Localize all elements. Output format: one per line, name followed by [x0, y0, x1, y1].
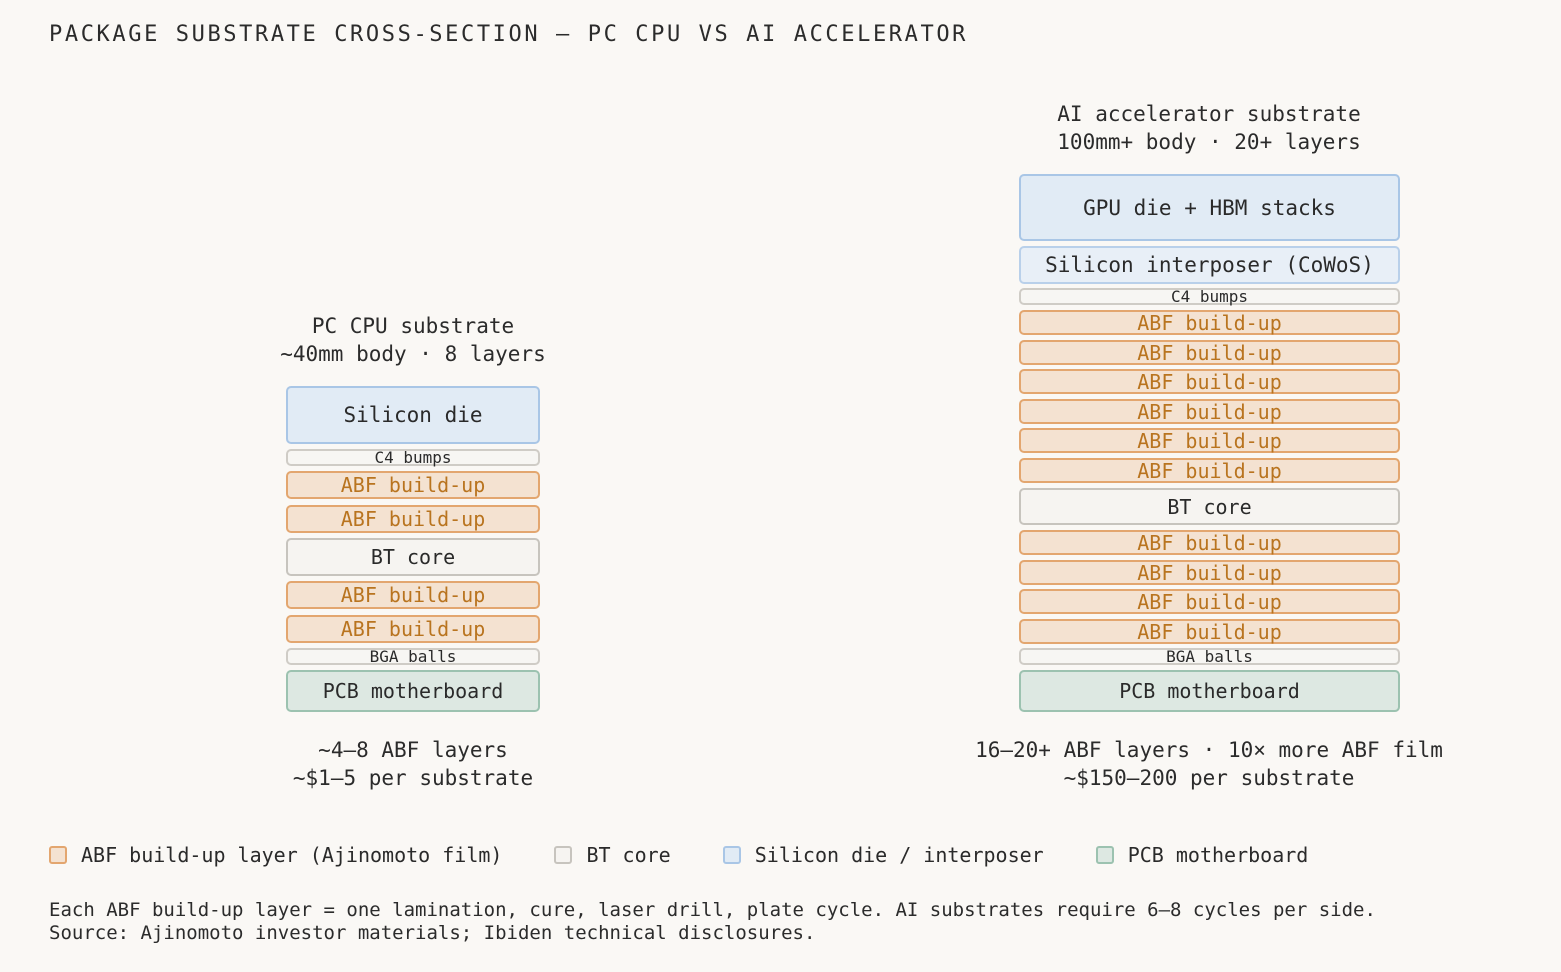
legend-label-pcb: PCB motherboard: [1127, 843, 1309, 867]
pc-title-line1: PC CPU substrate: [311, 314, 515, 338]
ai-layer-abf-6: ABF build-up: [1019, 458, 1400, 483]
pc-stack-title: PC CPU substrate ~40mm body · 8 layers: [263, 312, 563, 368]
ai-layer-interposer: Silicon interposer (CoWoS): [1019, 246, 1400, 284]
pc-layer-abf-4: ABF build-up: [286, 615, 540, 643]
pc-layer-abf-2: ABF build-up: [286, 505, 540, 533]
ai-layer-bga-balls: BGA balls: [1019, 647, 1400, 666]
page-title: PACKAGE SUBSTRATE CROSS-SECTION — PC CPU…: [49, 22, 969, 47]
pc-title-line2: ~40mm body · 8 layers: [280, 342, 546, 366]
ai-title-line2: 100mm+ body · 20+ layers: [1057, 130, 1361, 154]
ai-layer-abf-5: ABF build-up: [1019, 428, 1400, 453]
ai-layer-c4-bumps: C4 bumps: [1019, 287, 1400, 306]
pc-caption-line1: ~4–8 ABF layers: [318, 738, 508, 762]
legend-swatch-pcb: [1095, 846, 1114, 864]
ai-layer-abf-3: ABF build-up: [1019, 369, 1400, 394]
ai-layer-abf-1: ABF build-up: [1019, 310, 1400, 335]
legend-item-silicon: Silicon die / interposer: [722, 843, 1044, 867]
pc-caption: ~4–8 ABF layers ~$1–5 per substrate: [237, 736, 589, 792]
ai-stack-title: AI accelerator substrate 100mm+ body · 2…: [1009, 100, 1409, 156]
legend-label-bt-core: BT core: [586, 843, 671, 867]
pc-layer-c4-bumps: C4 bumps: [286, 448, 540, 467]
legend-label-silicon: Silicon die / interposer: [754, 843, 1044, 867]
ai-layer-abf-7: ABF build-up: [1019, 530, 1400, 555]
pc-layer-silicon-die: Silicon die: [286, 386, 540, 444]
pc-layer-abf-1: ABF build-up: [286, 471, 540, 499]
ai-title-line1: AI accelerator substrate: [1057, 102, 1361, 126]
legend-item-pcb: PCB motherboard: [1095, 843, 1309, 867]
pc-caption-line2: ~$1–5 per substrate: [292, 766, 534, 790]
ai-layer-bt-core: BT core: [1019, 488, 1400, 525]
pc-layer-bt-core: BT core: [286, 538, 540, 576]
ai-layer-pcb: PCB motherboard: [1019, 670, 1400, 712]
ai-layer-abf-8: ABF build-up: [1019, 560, 1400, 585]
pc-layer-bga-balls: BGA balls: [286, 647, 540, 666]
ai-layer-abf-9: ABF build-up: [1019, 589, 1400, 614]
ai-caption: 16–20+ ABF layers · 10× more ABF film ~$…: [909, 736, 1509, 792]
ai-caption-line1: 16–20+ ABF layers · 10× more ABF film: [975, 738, 1443, 762]
ai-layer-gpu-die: GPU die + HBM stacks: [1019, 174, 1400, 241]
ai-caption-line2: ~$150–200 per substrate: [1063, 766, 1355, 790]
legend-swatch-abf: [49, 846, 67, 864]
pc-layer-abf-3: ABF build-up: [286, 581, 540, 609]
legend-item-bt-core: BT core: [554, 843, 671, 867]
footnote: Each ABF build-up layer = one lamination…: [49, 899, 1376, 945]
legend-swatch-silicon: [722, 846, 741, 864]
legend-item-abf: ABF build-up layer (Ajinomoto film): [49, 843, 502, 867]
ai-layer-abf-10: ABF build-up: [1019, 619, 1400, 644]
legend-swatch-bt-core: [554, 846, 573, 864]
footnote-line2: Source: Ajinomoto investor materials; Ib…: [49, 922, 816, 944]
footnote-line1: Each ABF build-up layer = one lamination…: [49, 899, 1376, 921]
legend-label-abf: ABF build-up layer (Ajinomoto film): [81, 843, 503, 867]
legend: ABF build-up layer (Ajinomoto film) BT c…: [49, 840, 1360, 870]
ai-layer-abf-2: ABF build-up: [1019, 340, 1400, 365]
pc-layer-pcb: PCB motherboard: [286, 670, 540, 712]
ai-layer-abf-4: ABF build-up: [1019, 399, 1400, 424]
